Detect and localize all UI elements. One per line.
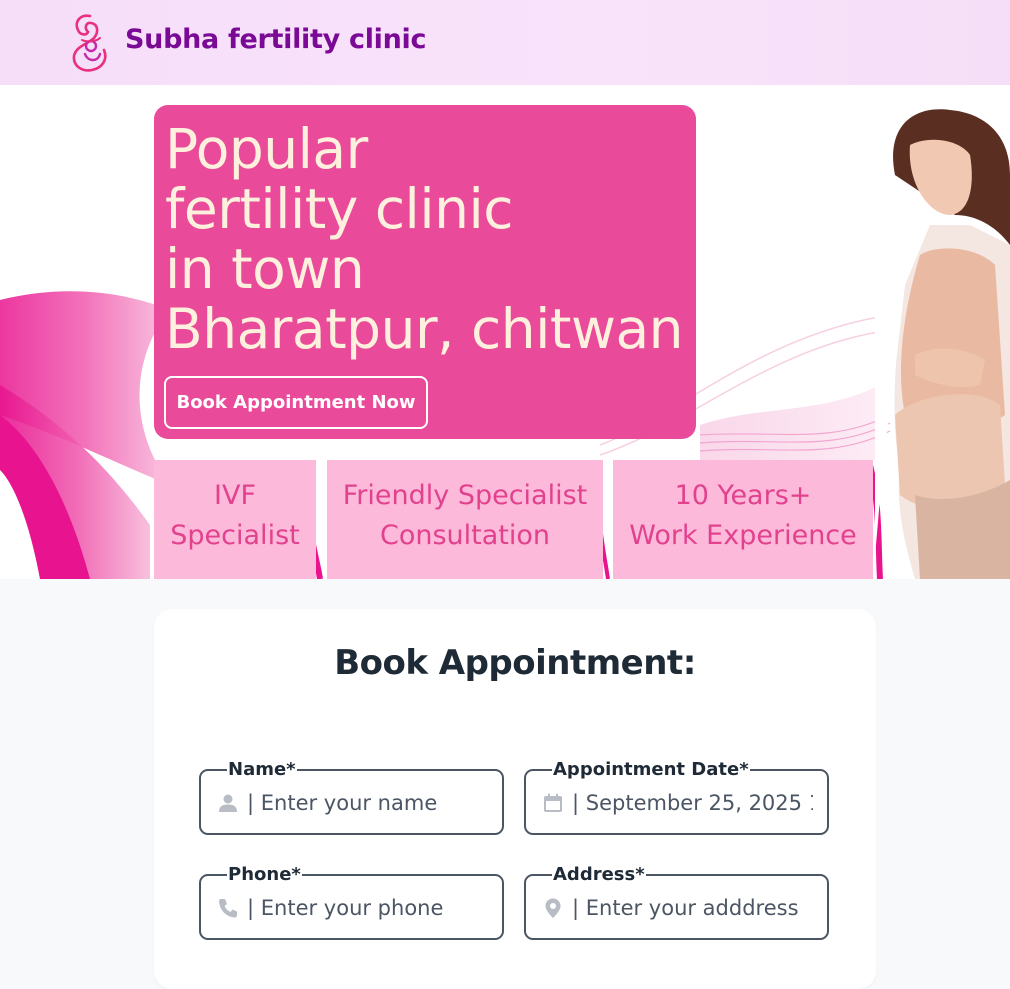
name-label: Name*: [228, 759, 296, 780]
address-label: Address*: [553, 864, 645, 885]
appointment-date-input[interactable]: [572, 791, 813, 815]
name-input[interactable]: [247, 791, 488, 815]
user-icon: [217, 792, 239, 814]
mother-baby-logo-icon[interactable]: [68, 10, 112, 74]
address-input[interactable]: [572, 896, 813, 920]
appointment-form-card: Book Appointment: Name* Appointment Date…: [154, 609, 876, 989]
appointment-date-label: Appointment Date*: [553, 759, 749, 780]
phone-label: Phone*: [228, 864, 301, 885]
hero-card: Popular fertility clinic in town Bharatp…: [154, 105, 696, 439]
address-field: Address*: [524, 865, 829, 940]
headline-line: Bharatpur, chitwan: [165, 297, 684, 361]
location-pin-icon: [542, 897, 564, 919]
site-header: Subha fertility clinic: [0, 0, 1010, 85]
feature-line: IVF: [214, 479, 256, 511]
form-title: Book Appointment:: [334, 643, 696, 683]
phone-icon: [217, 897, 239, 919]
calendar-icon: [542, 792, 564, 814]
phone-field: Phone*: [199, 865, 504, 940]
headline-line: fertility clinic: [165, 177, 514, 241]
phone-input[interactable]: [247, 896, 488, 920]
feature-line: 10 Years+: [674, 479, 812, 511]
feature-line: Friendly Specialist: [342, 479, 588, 511]
hero-section: Popular fertility clinic in town Bharatp…: [0, 85, 1010, 579]
feature-ivf-specialist: IVF Specialist: [154, 460, 316, 579]
brand-name[interactable]: Subha fertility clinic: [125, 24, 426, 55]
hero-headline: Popular fertility clinic in town Bharatp…: [165, 117, 684, 361]
headline-line: Popular: [165, 117, 368, 181]
book-appointment-now-button[interactable]: Book Appointment Now: [164, 376, 428, 429]
appointment-date-field: Appointment Date*: [524, 760, 829, 835]
feature-line: Consultation: [379, 519, 550, 551]
name-field: Name*: [199, 760, 504, 835]
headline-line: in town: [165, 237, 365, 301]
feature-line: Specialist: [170, 519, 300, 551]
feature-line: Work Experience: [629, 519, 857, 551]
feature-friendly-consultation: Friendly Specialist Consultation: [327, 460, 603, 579]
pregnant-woman-photo: [875, 109, 1010, 579]
feature-work-experience: 10 Years+ Work Experience: [613, 460, 873, 579]
